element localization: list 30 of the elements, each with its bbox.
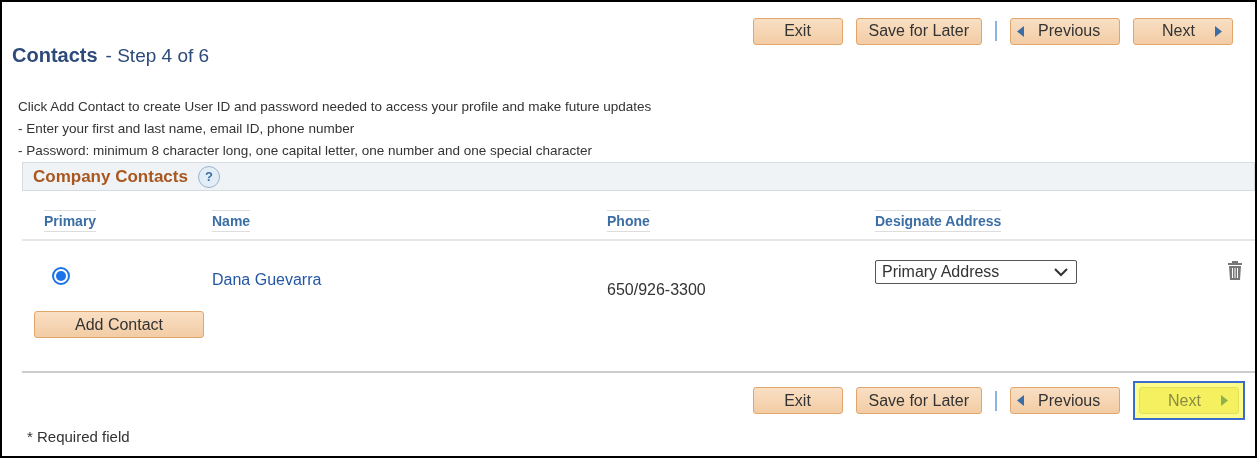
phone-text: 650/926-3300 — [607, 281, 706, 299]
contact-name-link[interactable]: Dana Guevarra — [212, 271, 322, 289]
section-title: Company Contacts — [33, 166, 188, 187]
arrow-icon — [1017, 395, 1024, 406]
column-header[interactable]: Primary — [44, 210, 97, 232]
arrow-icon — [1215, 25, 1222, 37]
primary-radio[interactable] — [52, 267, 70, 285]
address-dropdown[interactable]: Primary Address — [875, 260, 1077, 284]
column-header[interactable]: Name — [212, 210, 251, 232]
add-contact-button[interactable]: Add Contact — [34, 311, 204, 338]
arrow-icon — [1221, 395, 1228, 406]
previous-button[interactable]: Previous — [1010, 387, 1120, 414]
save-button[interactable]: Save for Later — [855, 17, 982, 45]
trash-icon[interactable] — [1227, 260, 1243, 280]
help-icon[interactable]: ? — [197, 165, 220, 188]
instruction-text: - Enter your first and last name, email ID, phone number — [18, 121, 356, 136]
column-header[interactable]: Phone — [607, 210, 650, 232]
save-button[interactable]: Save for Later — [855, 387, 982, 414]
exit-button[interactable]: Exit — [752, 17, 843, 45]
instruction-text: - Password: minimum 8 character long, one capital letter, one number and one special character — [18, 143, 594, 158]
next-button[interactable]: Next — [1133, 17, 1233, 45]
step-indicator: - Step 4 of 6 — [105, 45, 210, 67]
instruction-text: Click Add Contact to create User ID and password needed to access your profile and make future updates — [18, 99, 653, 114]
chevron-down-icon — [1054, 267, 1068, 277]
column-header[interactable]: Designate Address — [875, 210, 1002, 232]
arrow-icon — [1017, 25, 1024, 37]
page-title: Contacts — [12, 44, 98, 67]
exit-button[interactable]: Exit — [752, 387, 843, 414]
previous-button[interactable]: Previous — [1010, 17, 1120, 45]
required-field-note: * Required field — [27, 428, 131, 445]
